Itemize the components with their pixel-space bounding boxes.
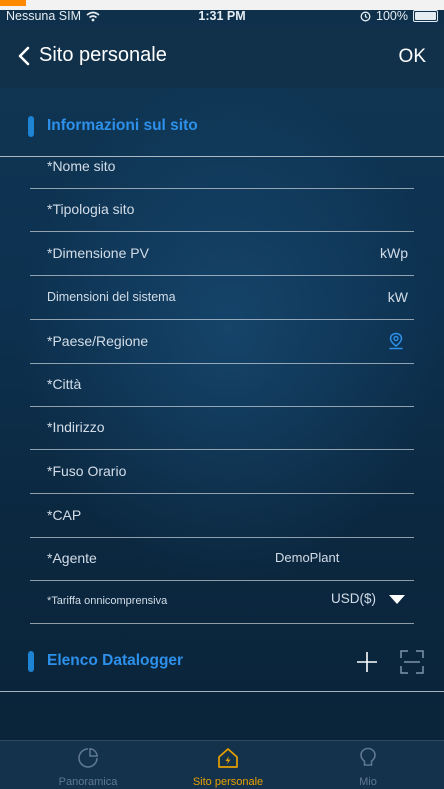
section-title-site-info: Informazioni sul sito — [47, 117, 198, 134]
tab-sito-personale[interactable]: Sito personale — [178, 747, 278, 789]
add-icon[interactable] — [356, 651, 378, 673]
field-label: *Indirizzo — [47, 419, 105, 435]
agent-value: DemoPlant — [275, 550, 340, 565]
currency-select[interactable]: USD($) — [331, 591, 406, 606]
home-icon — [218, 748, 238, 768]
field-label: *Fuso Orario — [47, 463, 127, 479]
field-agent[interactable]: *Agente DemoPlant — [30, 537, 414, 581]
field-address[interactable]: *Indirizzo — [30, 406, 414, 450]
field-pv-size[interactable]: *Dimensione PV kWp — [30, 232, 414, 276]
field-site-name[interactable]: *Nome sito — [30, 145, 414, 189]
back-button[interactable]: Sito personale — [18, 44, 167, 67]
tab-label: Panoramica — [58, 776, 118, 788]
scan-icon[interactable] — [400, 650, 424, 674]
field-label: Dimensioni del sistema — [47, 290, 176, 304]
status-right: 100% — [360, 9, 438, 23]
field-timezone[interactable]: *Fuso Orario — [30, 450, 414, 494]
field-label: *Tariffa onnicomprensiva — [47, 595, 168, 607]
chevron-left-icon — [18, 46, 30, 65]
location-icon[interactable] — [388, 332, 404, 350]
currency-value: USD($) — [330, 591, 376, 606]
tab-bar: Panoramica Sito personale Mio — [0, 740, 444, 789]
field-country-region[interactable]: *Paese/Regione — [30, 320, 414, 364]
nav-bar: Sito personale OK — [0, 28, 444, 88]
status-bar: Nessuna SIM 1:31 PM 100% — [0, 0, 444, 28]
tab-panoramica[interactable]: Panoramica — [38, 747, 138, 789]
page-title: Sito personale — [39, 44, 167, 66]
battery-icon — [413, 10, 438, 22]
field-site-type[interactable]: *Tipologia sito — [30, 188, 414, 232]
unit-kwp: kWp — [380, 245, 408, 261]
tab-mio[interactable]: Mio — [318, 747, 418, 789]
dropdown-triangle-icon — [389, 594, 405, 604]
battery-text: 100% — [376, 9, 408, 23]
pie-chart-icon — [78, 747, 99, 768]
field-label: *Nome sito — [47, 158, 116, 174]
tab-label: Sito personale — [192, 776, 264, 788]
section-title-datalogger: Elenco Datalogger — [47, 652, 184, 669]
alarm-icon — [360, 11, 371, 21]
field-label: *Città — [47, 376, 82, 392]
field-tariff[interactable]: *Tariffa onnicomprensiva USD($) — [30, 580, 414, 624]
datalogger-actions — [356, 650, 424, 674]
unit-kw: kW — [387, 289, 408, 305]
section-marker — [28, 116, 34, 137]
field-system-size[interactable]: Dimensioni del sistema kW — [30, 276, 414, 320]
field-label: *Dimensione PV — [47, 245, 149, 261]
field-label: *Paese/Regione — [47, 333, 149, 349]
field-city[interactable]: *Città — [30, 363, 414, 407]
field-label: *CAP — [47, 507, 82, 523]
field-label: *Tipologia sito — [47, 201, 135, 217]
field-postal-code[interactable]: *CAP — [30, 494, 414, 538]
screen: Nessuna SIM 1:31 PM 100% Sito personale … — [0, 0, 444, 789]
bulb-icon — [360, 747, 376, 766]
field-label: *Agente — [47, 550, 97, 566]
section-marker — [28, 651, 34, 672]
tab-label: Mio — [359, 776, 377, 788]
section-datalogger: Elenco Datalogger — [0, 627, 444, 692]
ok-button[interactable]: OK — [399, 46, 426, 68]
